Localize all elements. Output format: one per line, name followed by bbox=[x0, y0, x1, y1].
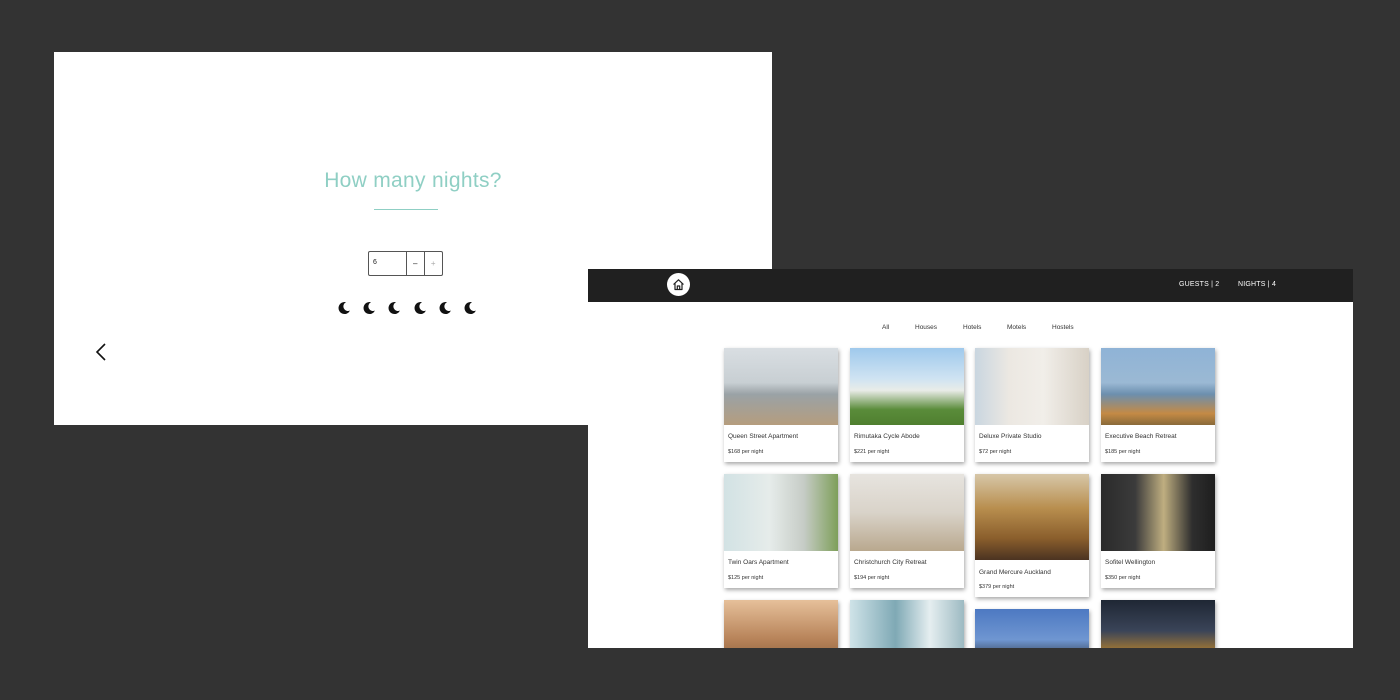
listing-photo bbox=[975, 348, 1089, 425]
listing-name: Christchurch City Retreat bbox=[854, 559, 927, 566]
filter-all[interactable]: All bbox=[882, 324, 889, 331]
nights-stepper-value[interactable]: 6 bbox=[369, 252, 408, 275]
listing-photo bbox=[1101, 348, 1215, 425]
listing-price: $168 per night bbox=[728, 449, 764, 455]
listing-card[interactable]: Grand Mercure Auckland $379 per night bbox=[975, 474, 1089, 597]
listing-name: Twin Oars Apartment bbox=[728, 559, 789, 566]
listing-price: $221 per night bbox=[854, 449, 890, 455]
listing-card[interactable]: Twin Oars Apartment $125 per night bbox=[724, 474, 838, 588]
nights-title: How many nights? bbox=[324, 169, 502, 192]
listing-photo bbox=[724, 474, 838, 551]
listing-photo bbox=[975, 609, 1089, 648]
listing-photo bbox=[850, 348, 964, 425]
moon-icon bbox=[388, 302, 401, 315]
listing-card[interactable] bbox=[850, 600, 964, 648]
listing-photo bbox=[1101, 474, 1215, 551]
listing-name: Sofitel Wellington bbox=[1105, 559, 1156, 566]
nav-nights[interactable]: NIGHTS | 4 bbox=[1238, 281, 1276, 288]
listing-card[interactable]: Rimutaka Cycle Abode $221 per night bbox=[850, 348, 964, 462]
listing-card[interactable]: Deluxe Private Studio $72 per night bbox=[975, 348, 1089, 462]
decrement-button[interactable]: – bbox=[407, 252, 425, 275]
filter-hostels[interactable]: Hostels bbox=[1052, 324, 1074, 331]
moon-icon bbox=[338, 302, 350, 315]
listing-name: Grand Mercure Auckland bbox=[979, 569, 1051, 576]
listing-card[interactable]: Christchurch City Retreat $194 per night bbox=[850, 474, 964, 588]
listings-panel: GUESTS | 2 NIGHTS | 4 All Houses Hotels … bbox=[588, 269, 1353, 648]
filter-hotels[interactable]: Hotels bbox=[963, 324, 981, 331]
listing-price: $185 per night bbox=[1105, 449, 1141, 455]
listing-card[interactable]: Executive Beach Retreat $185 per night bbox=[1101, 348, 1215, 462]
listing-photo bbox=[850, 474, 964, 551]
moon-icon bbox=[464, 302, 476, 315]
listing-card[interactable] bbox=[724, 600, 838, 648]
listing-price: $72 per night bbox=[979, 449, 1012, 455]
listing-card[interactable]: Sofitel Wellington $350 per night bbox=[1101, 474, 1215, 588]
moon-icon bbox=[439, 302, 451, 315]
nights-stepper: 6 – + bbox=[368, 251, 443, 276]
listing-photo bbox=[1101, 600, 1215, 648]
listing-price: $379 per night bbox=[979, 584, 1015, 590]
listing-price: $125 per night bbox=[728, 575, 764, 581]
chevron-left-icon[interactable] bbox=[94, 343, 108, 361]
listing-price: $350 per night bbox=[1105, 575, 1141, 581]
listing-name: Queen Street Apartment bbox=[728, 433, 799, 440]
listing-name: Executive Beach Retreat bbox=[1105, 433, 1177, 440]
moon-indicator-row bbox=[337, 301, 477, 315]
listing-photo bbox=[975, 474, 1089, 560]
home-icon[interactable] bbox=[667, 273, 690, 296]
filter-houses[interactable]: Houses bbox=[915, 324, 937, 331]
filter-motels[interactable]: Motels bbox=[1007, 324, 1026, 331]
title-divider bbox=[374, 209, 438, 210]
moon-icon bbox=[414, 302, 426, 315]
listing-photo bbox=[724, 600, 838, 648]
listing-photo bbox=[724, 348, 838, 425]
listing-card[interactable]: Queen Street Apartment $168 per night bbox=[724, 348, 838, 462]
increment-button[interactable]: + bbox=[425, 252, 442, 275]
listing-photo bbox=[850, 600, 964, 648]
listing-name: Deluxe Private Studio bbox=[979, 433, 1042, 440]
listing-card[interactable] bbox=[1101, 600, 1215, 648]
top-navbar: GUESTS | 2 NIGHTS | 4 bbox=[588, 269, 1353, 302]
listing-card[interactable] bbox=[975, 609, 1089, 648]
listing-name: Rimutaka Cycle Abode bbox=[854, 433, 920, 440]
moon-icon bbox=[363, 302, 376, 315]
listing-price: $194 per night bbox=[854, 575, 890, 581]
nav-guests[interactable]: GUESTS | 2 bbox=[1179, 281, 1219, 288]
